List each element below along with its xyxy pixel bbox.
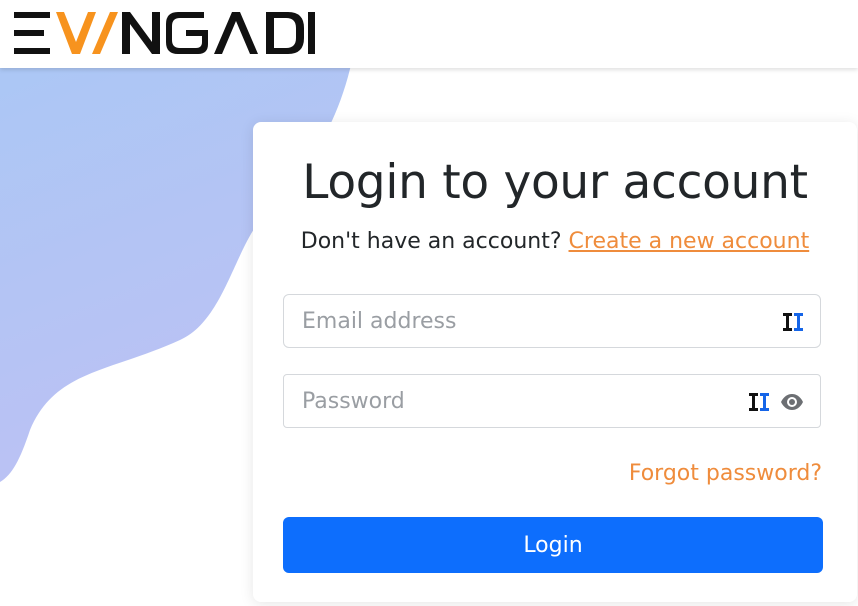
forgot-password-link[interactable]: Forgot password? — [629, 458, 822, 490]
eye-icon[interactable] — [780, 391, 804, 413]
signup-prompt-text: Don't have an account? — [300, 229, 562, 254]
email-input[interactable] — [302, 295, 742, 347]
login-page: Login to your account Don't have an acco… — [0, 0, 858, 606]
password-manager-icon[interactable] — [783, 313, 805, 331]
signup-prompt: Don't have an account? Create a new acco… — [253, 226, 857, 258]
password-field[interactable] — [283, 374, 821, 428]
email-field[interactable] — [283, 294, 821, 348]
top-header — [0, 0, 858, 68]
password-input[interactable] — [302, 375, 742, 427]
evangadi-logo[interactable] — [14, 12, 316, 54]
login-button[interactable]: Login — [283, 517, 823, 573]
password-manager-icon[interactable] — [749, 393, 771, 411]
create-account-link[interactable]: Create a new account — [569, 229, 810, 254]
